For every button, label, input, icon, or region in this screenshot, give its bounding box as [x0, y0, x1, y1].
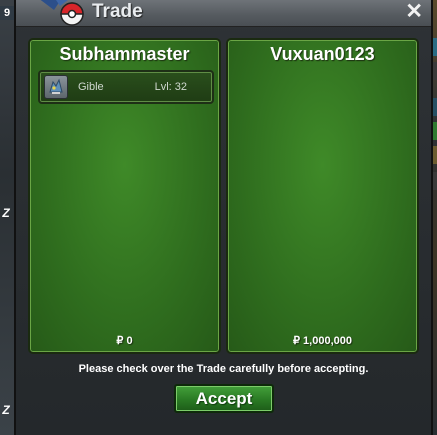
partner-offer-panel: Vuxuan0123 ₽ 1,000,000: [226, 38, 419, 354]
level-badge: 9: [0, 6, 14, 20]
player-name: Subhammaster: [59, 44, 190, 64]
item-name: Gible: [78, 81, 104, 93]
close-icon[interactable]: ✕: [405, 0, 423, 24]
trade-window: Trade ✕ Subhammaster Gible Lvl: 32 ₽ 0 V…: [14, 0, 433, 435]
pokeball-emblem-icon: [40, 0, 84, 26]
accept-button[interactable]: Accept: [174, 384, 274, 413]
money-offer: ₽ 1,000,000: [293, 335, 352, 347]
item-level: Lvl: 32: [154, 81, 187, 93]
side-marker: Z: [2, 403, 10, 417]
gible-icon: [44, 75, 68, 99]
side-marker: Z: [2, 206, 10, 220]
my-offer-panel: Subhammaster Gible Lvl: 32 ₽ 0: [28, 38, 221, 354]
player-name: Vuxuan0123: [270, 44, 375, 64]
trade-notice: Please check over the Trade carefully be…: [78, 363, 369, 375]
money-offer: ₽ 0: [116, 335, 133, 347]
trade-item-slot[interactable]: Gible Lvl: 32: [38, 70, 214, 104]
window-title: Trade: [92, 1, 143, 22]
title-bar[interactable]: Trade ✕: [16, 0, 431, 27]
